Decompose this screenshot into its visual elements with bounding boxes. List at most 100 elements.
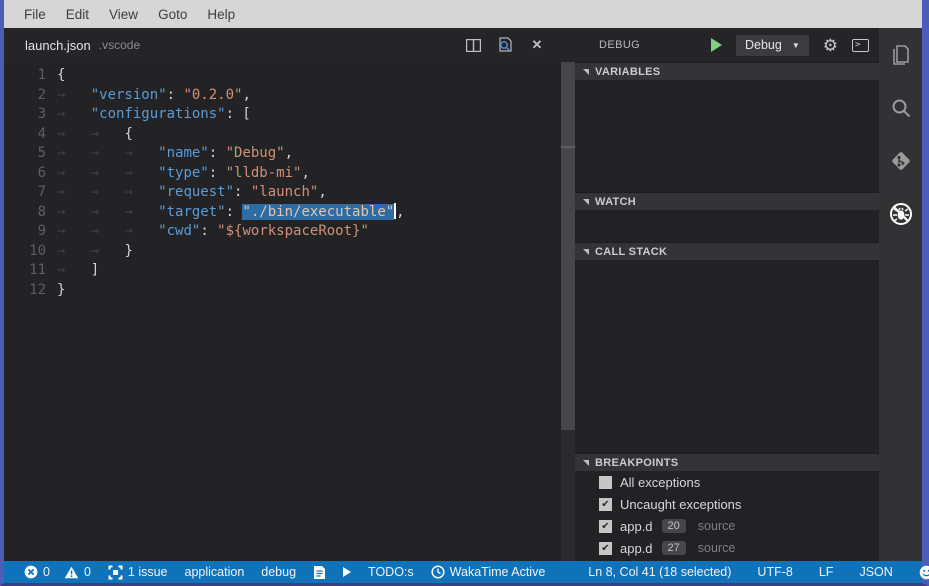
- call-stack-body: [575, 260, 879, 453]
- code-token: ,: [285, 145, 293, 161]
- build-mode-debug[interactable]: debug: [261, 565, 296, 579]
- breakpoint-detail: source: [698, 541, 736, 555]
- code-editor[interactable]: 1{2→ "version": "0.2.0",3→ "configuratio…: [4, 62, 575, 561]
- debug-console-icon[interactable]: >: [852, 39, 869, 52]
- line-number[interactable]: 12: [4, 281, 46, 301]
- editor-group: launch.json .vscode ✕ 1{2→ "version": "0…: [4, 28, 575, 561]
- tab-whitespace-arrow: →: [57, 204, 91, 220]
- selected-text: "./bin/executable": [242, 204, 394, 220]
- breakpoints-list: All exceptions✔Uncaught exceptions✔app.d…: [575, 471, 879, 561]
- menu-goto[interactable]: Goto: [148, 7, 197, 22]
- menu-file[interactable]: File: [14, 7, 56, 22]
- code-token: ,: [318, 184, 326, 200]
- build-task-application[interactable]: application: [185, 565, 245, 579]
- todo-item[interactable]: TODO:s: [368, 565, 414, 579]
- line-number[interactable]: 5: [4, 144, 46, 164]
- code-line-12[interactable]: 12}: [4, 281, 575, 301]
- code-line-8[interactable]: 8→ → → "target": "./bin/executable",: [4, 203, 575, 223]
- code-token: ]: [91, 262, 99, 278]
- configure-gear-icon[interactable]: ⚙: [823, 37, 838, 54]
- breakpoint-detail: source: [698, 519, 736, 533]
- code-line-11[interactable]: 11→ ]: [4, 261, 575, 281]
- code-token: : [: [226, 106, 251, 122]
- line-number[interactable]: 4: [4, 125, 46, 145]
- journal-icon[interactable]: [313, 565, 326, 580]
- code-token: "target": [158, 204, 225, 220]
- code-line-9[interactable]: 9→ → → "cwd": "${workspaceRoot}": [4, 222, 575, 242]
- code-token: "cwd": [158, 223, 200, 239]
- line-number[interactable]: 8: [4, 203, 46, 223]
- breakpoint-row[interactable]: ✔app.d20source: [575, 515, 879, 537]
- breakpoint-row[interactable]: All exceptions: [575, 471, 879, 493]
- line-number[interactable]: 7: [4, 183, 46, 203]
- breakpoint-row[interactable]: ✔Uncaught exceptions: [575, 493, 879, 515]
- code-line-5[interactable]: 5→ → → "name": "Debug",: [4, 144, 575, 164]
- language-mode[interactable]: JSON: [859, 565, 892, 579]
- watch-body: [575, 210, 879, 242]
- open-preview-icon[interactable]: [497, 37, 513, 53]
- code-line-4[interactable]: 4→ → {: [4, 125, 575, 145]
- encoding-selector[interactable]: UTF-8: [757, 565, 792, 579]
- code-token: "request": [158, 184, 234, 200]
- code-token: "type": [158, 165, 209, 181]
- run-task-icon[interactable]: [343, 567, 351, 577]
- line-number[interactable]: 11: [4, 261, 46, 281]
- code-line-2[interactable]: 2→ "version": "0.2.0",: [4, 86, 575, 106]
- menu-edit[interactable]: Edit: [56, 7, 99, 22]
- start-debug-icon[interactable]: [711, 38, 722, 52]
- tab-whitespace-arrow: →: [91, 184, 125, 200]
- breakpoint-label: app.d: [620, 541, 653, 556]
- status-bar: 0 0 1 issue application debug TODO:s: [4, 561, 922, 583]
- checkbox-checked[interactable]: ✔: [599, 542, 612, 555]
- section-breakpoints[interactable]: BREAKPOINTS: [575, 453, 879, 471]
- breakpoint-row[interactable]: ✔app.d27source: [575, 537, 879, 559]
- split-editor-icon[interactable]: [465, 37, 481, 53]
- line-number[interactable]: 2: [4, 86, 46, 106]
- line-number[interactable]: 6: [4, 164, 46, 184]
- checkbox-checked[interactable]: ✔: [599, 520, 612, 533]
- explorer-icon[interactable]: [888, 42, 914, 68]
- section-call-stack[interactable]: CALL STACK: [575, 242, 879, 260]
- debug-sidebar: DEBUG Debug ▼ ⚙ > VARIABLES WATCH: [575, 28, 879, 561]
- code-line-6[interactable]: 6→ → → "type": "lldb-mi",: [4, 164, 575, 184]
- code-token: :: [209, 145, 226, 161]
- tab-whitespace-arrow: →: [91, 204, 125, 220]
- tab-launch-json[interactable]: launch.json: [25, 38, 91, 53]
- code-line-3[interactable]: 3→ "configurations": [: [4, 105, 575, 125]
- tab-whitespace-arrow: →: [124, 204, 158, 220]
- editor-scrollbar[interactable]: [561, 62, 575, 561]
- issue-counter[interactable]: 1 issue: [108, 565, 168, 580]
- section-watch[interactable]: WATCH: [575, 192, 879, 210]
- checkbox-checked[interactable]: ✔: [599, 498, 612, 511]
- problems-indicator[interactable]: 0 0: [24, 565, 91, 579]
- debug-configuration-dropdown[interactable]: Debug ▼: [736, 35, 809, 56]
- tab-whitespace-arrow: →: [124, 184, 158, 200]
- scrollbar-thumb[interactable]: [561, 62, 575, 430]
- code-line-1[interactable]: 1{: [4, 66, 575, 86]
- line-number[interactable]: 1: [4, 66, 46, 86]
- source-control-icon[interactable]: [888, 148, 914, 174]
- close-editor-icon[interactable]: ✕: [529, 37, 545, 53]
- tab-whitespace-arrow: →: [57, 126, 91, 142]
- wakatime-item[interactable]: WakaTime Active: [431, 565, 546, 579]
- section-variables[interactable]: VARIABLES: [575, 62, 879, 80]
- error-icon: [24, 565, 38, 579]
- checkbox-unchecked[interactable]: [599, 476, 612, 489]
- code-token: }: [124, 243, 132, 259]
- tab-whitespace-arrow: →: [57, 184, 91, 200]
- editor-tab-bar: launch.json .vscode ✕: [4, 28, 575, 62]
- menu-help[interactable]: Help: [197, 7, 245, 22]
- code-line-10[interactable]: 10→ → }: [4, 242, 575, 262]
- line-number[interactable]: 3: [4, 105, 46, 125]
- menu-view[interactable]: View: [99, 7, 148, 22]
- code-line-7[interactable]: 7→ → → "request": "launch",: [4, 183, 575, 203]
- tab-whitespace-arrow: →: [124, 223, 158, 239]
- issues-icon: [108, 565, 123, 580]
- line-number[interactable]: 9: [4, 222, 46, 242]
- line-number[interactable]: 10: [4, 242, 46, 262]
- eol-selector[interactable]: LF: [819, 565, 834, 579]
- cursor-position[interactable]: Ln 8, Col 41 (18 selected): [588, 565, 731, 579]
- feedback-smiley-icon[interactable]: [919, 565, 929, 580]
- debug-icon[interactable]: [888, 201, 914, 227]
- search-icon[interactable]: [888, 95, 914, 121]
